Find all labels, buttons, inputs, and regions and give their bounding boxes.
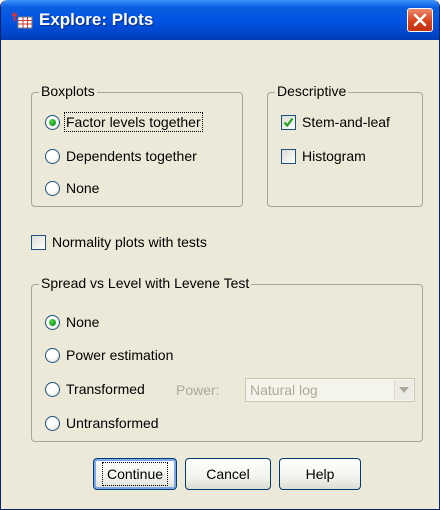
- radio-factor-levels-together[interactable]: Factor levels together: [45, 112, 203, 132]
- checkbox-stem-and-leaf[interactable]: Stem-and-leaf: [281, 114, 390, 130]
- power-label: Power:: [176, 382, 220, 398]
- power-select-value: Natural log: [250, 382, 318, 398]
- checkbox[interactable]: [281, 114, 296, 130]
- explore-plots-dialog: Explore: Plots Boxplots Factor levels to…: [0, 0, 440, 510]
- continue-button[interactable]: Continue: [93, 458, 177, 490]
- radio-label: Factor levels together: [64, 112, 203, 132]
- checkbox-label: Normality plots with tests: [52, 234, 207, 250]
- radio-button[interactable]: [45, 114, 60, 130]
- spread-legend: Spread vs Level with Levene Test: [39, 275, 252, 291]
- dropdown-button[interactable]: [394, 380, 413, 400]
- radio-button[interactable]: [45, 347, 60, 363]
- window-title: Explore: Plots: [39, 10, 154, 29]
- checkbox[interactable]: [31, 234, 46, 250]
- radio-label: Transformed: [66, 381, 145, 397]
- cancel-button-label: Cancel: [206, 466, 250, 482]
- radio-spread-none[interactable]: None: [45, 314, 99, 330]
- power-select[interactable]: Natural log: [245, 378, 415, 402]
- radio-label: None: [66, 180, 100, 196]
- checkbox-label: Stem-and-leaf: [302, 114, 390, 130]
- boxplots-legend: Boxplots: [39, 83, 97, 99]
- title-bar[interactable]: Explore: Plots: [1, 0, 439, 40]
- radio-button[interactable]: [45, 148, 60, 164]
- checkbox-normality-plots[interactable]: Normality plots with tests: [31, 234, 207, 250]
- cancel-button[interactable]: Cancel: [185, 458, 271, 490]
- spss-app-icon: [11, 11, 33, 29]
- radio-label: None: [66, 314, 100, 330]
- continue-button-label: Continue: [101, 462, 169, 486]
- checkbox-label: Histogram: [302, 148, 366, 164]
- radio-label: Untransformed: [66, 415, 159, 431]
- radio-button[interactable]: [45, 415, 60, 431]
- help-button[interactable]: Help: [279, 458, 361, 490]
- descriptive-legend: Descriptive: [275, 83, 349, 99]
- radio-dependents-together[interactable]: Dependents together: [45, 148, 197, 164]
- radio-label: Power estimation: [66, 347, 174, 363]
- checkbox[interactable]: [281, 148, 296, 164]
- radio-label: Dependents together: [66, 148, 197, 164]
- checkbox-histogram[interactable]: Histogram: [281, 148, 366, 164]
- radio-power-estimation[interactable]: Power estimation: [45, 347, 173, 363]
- radio-button[interactable]: [45, 381, 60, 397]
- radio-boxplots-none[interactable]: None: [45, 180, 99, 196]
- close-button[interactable]: [407, 8, 433, 32]
- radio-untransformed[interactable]: Untransformed: [45, 415, 159, 431]
- radio-transformed[interactable]: Transformed: [45, 381, 145, 397]
- checkmark-icon: [283, 117, 294, 127]
- radio-button[interactable]: [45, 314, 60, 330]
- close-icon: [413, 13, 427, 27]
- help-button-label: Help: [305, 466, 335, 482]
- radio-button[interactable]: [45, 180, 60, 196]
- chevron-down-icon: [399, 387, 409, 393]
